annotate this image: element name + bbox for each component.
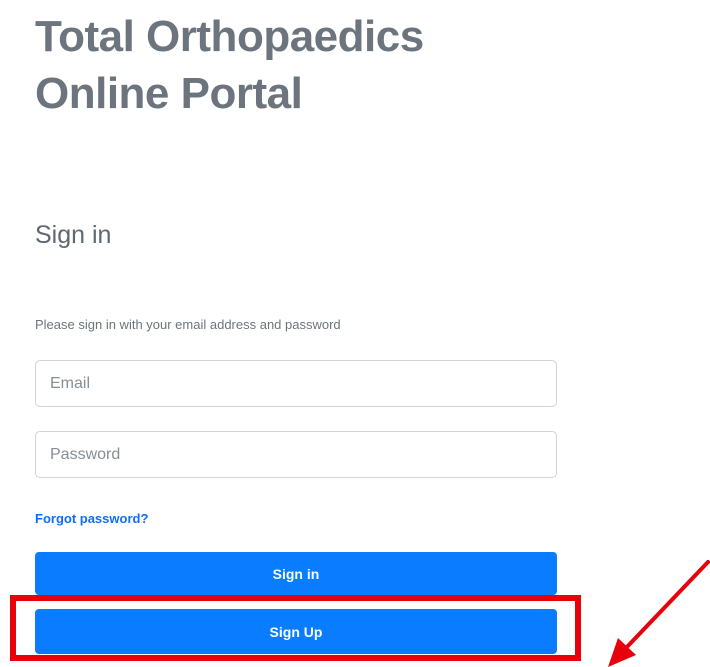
signin-button[interactable]: Sign in	[35, 552, 557, 595]
signin-instructions: Please sign in with your email address a…	[35, 317, 341, 332]
forgot-password-link[interactable]: Forgot password?	[35, 509, 148, 529]
page-title-line-2: Online Portal	[35, 69, 303, 118]
signin-heading: Sign in	[35, 221, 112, 249]
email-field[interactable]	[35, 360, 557, 407]
signup-button[interactable]: Sign Up	[35, 609, 557, 654]
arrow-pointing-left-icon	[608, 560, 710, 667]
page-title-line-1: Total Orthopaedics	[35, 12, 424, 61]
page-title: Total Orthopaedics Online Portal	[35, 8, 635, 122]
password-field[interactable]	[35, 431, 557, 478]
